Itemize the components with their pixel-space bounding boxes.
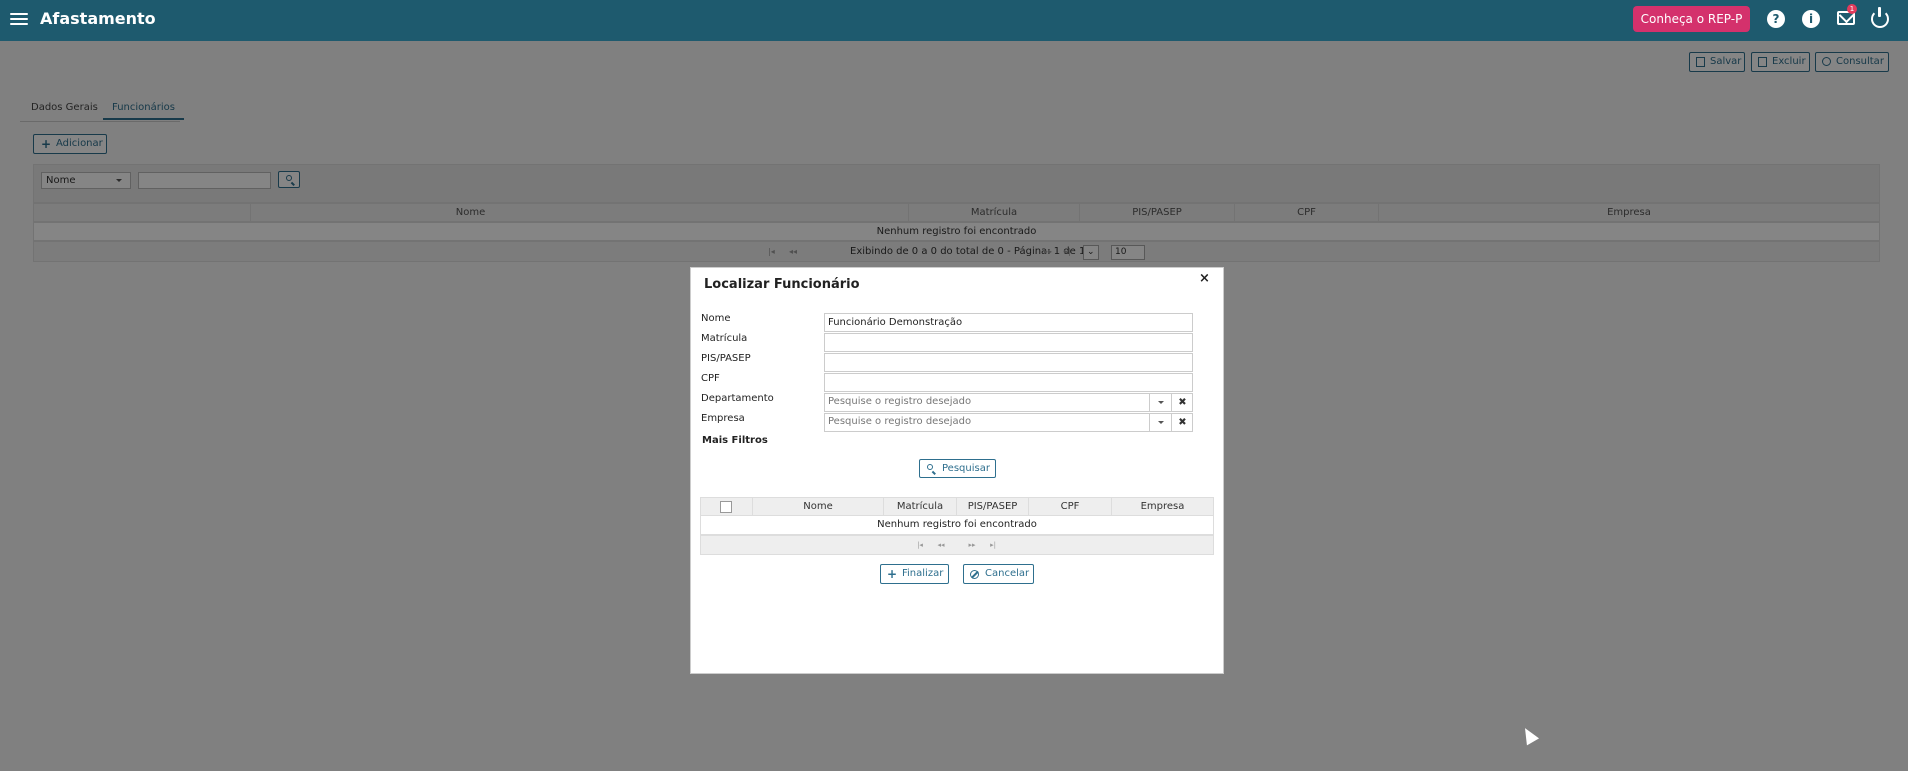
departamento-label: Departamento — [701, 393, 774, 404]
search-button[interactable]: Pesquisar — [919, 459, 996, 478]
top-bar: Afastamento Conheça o REP-P ? i 1 — [0, 0, 1908, 41]
results-pager: |◂ ◂◂ ▸▸ ▸| — [700, 535, 1214, 555]
results-column-nome[interactable]: Nome — [752, 498, 883, 515]
search-icon — [927, 464, 933, 470]
question-circle-icon[interactable]: ? — [1767, 10, 1785, 28]
cpf-field[interactable] — [824, 373, 1193, 392]
localizar-funcionario-dialog: Localizar Funcionário × Nome Funcionário… — [690, 267, 1224, 674]
empresa-combobox[interactable]: Pesquise o registro desejado ✖ — [824, 413, 1193, 432]
pis-pasep-label: PIS/PASEP — [701, 353, 751, 364]
nome-field[interactable]: Funcionário Demonstração — [824, 313, 1193, 332]
finish-button-label: Finalizar — [902, 568, 944, 579]
info-circle-icon[interactable]: i — [1802, 10, 1820, 28]
cancel-button[interactable]: Cancelar — [963, 564, 1034, 584]
cancel-button-label: Cancelar — [985, 568, 1030, 579]
matricula-label: Matrícula — [701, 333, 748, 344]
results-header: Nome Matrícula PIS/PASEP CPF Empresa — [700, 497, 1214, 516]
next-page-icon[interactable]: ▸▸ — [965, 539, 979, 551]
pis-pasep-field[interactable] — [824, 353, 1193, 372]
first-page-icon[interactable]: |◂ — [913, 539, 927, 551]
more-filters-link[interactable]: Mais Filtros — [702, 435, 768, 446]
dialog-title: Localizar Funcionário — [704, 277, 860, 292]
results-empty-message: Nenhum registro foi encontrado — [700, 516, 1214, 535]
results-column-pis-pasep[interactable]: PIS/PASEP — [956, 498, 1028, 515]
last-page-icon[interactable]: ▸| — [986, 539, 1000, 551]
results-column-matricula[interactable]: Matrícula — [883, 498, 956, 515]
departamento-placeholder: Pesquise o registro desejado — [828, 396, 972, 407]
clear-icon[interactable]: ✖ — [1171, 414, 1193, 431]
results-column-empresa[interactable]: Empresa — [1111, 498, 1213, 515]
clear-icon[interactable]: ✖ — [1171, 394, 1193, 411]
nome-label: Nome — [701, 313, 731, 324]
page-title: Afastamento — [40, 9, 156, 28]
empresa-placeholder: Pesquise o registro desejado — [828, 416, 972, 427]
search-button-label: Pesquisar — [942, 463, 990, 474]
close-icon[interactable]: × — [1199, 271, 1210, 286]
results-column-cpf[interactable]: CPF — [1028, 498, 1111, 515]
ban-icon — [970, 570, 979, 579]
mail-badge: 1 — [1847, 4, 1857, 14]
departamento-combobox[interactable]: Pesquise o registro desejado ✖ — [824, 393, 1193, 412]
finish-button[interactable]: + Finalizar — [880, 564, 949, 584]
plus-icon: + — [887, 567, 898, 581]
power-icon[interactable] — [1871, 7, 1889, 28]
select-all-checkbox[interactable] — [720, 501, 732, 513]
cpf-label: CPF — [701, 373, 720, 384]
caret-down-icon[interactable] — [1149, 394, 1171, 411]
rep-p-promo-button[interactable]: Conheça o REP-P — [1633, 6, 1750, 32]
empresa-label: Empresa — [701, 413, 745, 424]
matricula-field[interactable] — [824, 333, 1193, 352]
previous-page-icon[interactable]: ◂◂ — [934, 539, 948, 551]
hamburger-icon[interactable] — [10, 10, 28, 30]
caret-down-icon[interactable] — [1149, 414, 1171, 431]
